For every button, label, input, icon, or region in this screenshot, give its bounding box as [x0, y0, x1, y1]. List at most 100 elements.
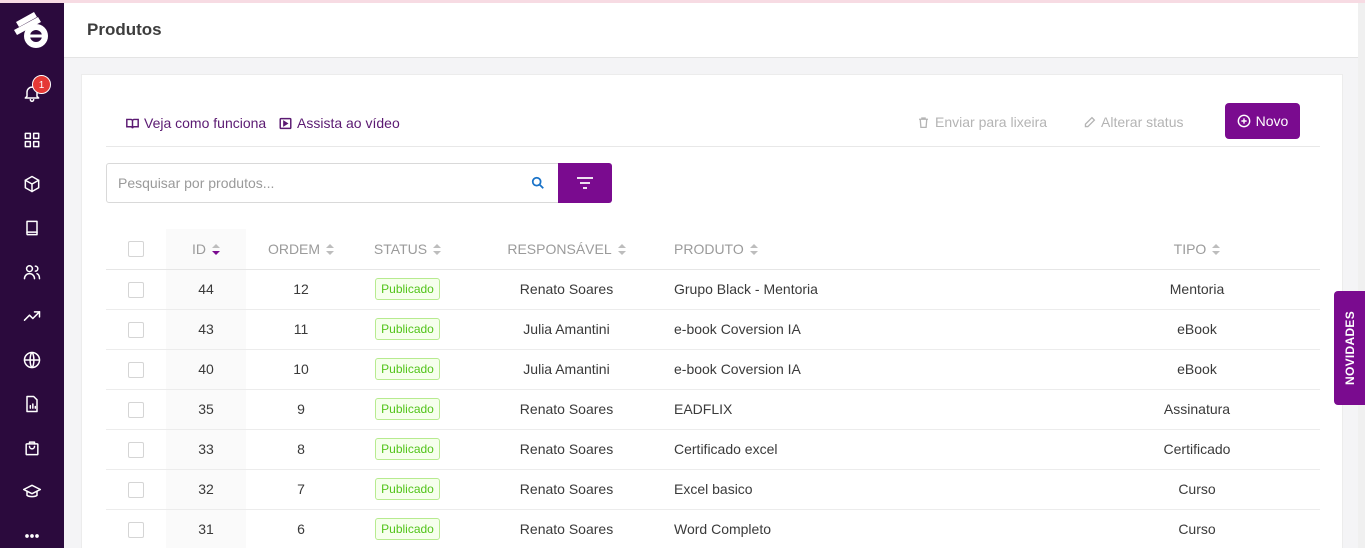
cell-order: 7	[246, 469, 356, 510]
box-icon[interactable]	[20, 172, 44, 196]
row-select-cell	[106, 349, 166, 390]
cell-status: Publicado	[356, 269, 459, 310]
column-header-responsible-label: RESPONSÁVEL	[507, 240, 612, 257]
column-header-product[interactable]: PRODUTO	[674, 229, 1074, 270]
table-row[interactable]: 32 7 Publicado Renato Soares Excel basic…	[106, 469, 1320, 510]
cell-order: 11	[246, 309, 356, 350]
row-checkbox[interactable]	[128, 481, 144, 498]
watch-video-label: Assista ao vídeo	[297, 115, 400, 131]
status-badge: Publicado	[375, 398, 440, 420]
cell-id: 43	[166, 309, 246, 350]
row-checkbox[interactable]	[128, 521, 144, 538]
table-row[interactable]: 44 12 Publicado Renato Soares Grupo Blac…	[106, 269, 1320, 310]
table-row[interactable]: 43 11 Publicado Julia Amantini e-book Co…	[106, 309, 1320, 350]
sort-icon[interactable]	[212, 244, 220, 256]
status-badge: Publicado	[375, 278, 440, 300]
cell-responsible: Renato Soares	[459, 269, 674, 310]
watch-video-link[interactable]: Assista ao vídeo	[279, 115, 400, 131]
column-header-order[interactable]: ORDEM	[246, 229, 356, 270]
change-status-button[interactable]: Alterar status	[1083, 114, 1183, 130]
cell-product[interactable]: Word Completo	[674, 509, 1074, 548]
select-all-checkbox[interactable]	[128, 241, 144, 258]
app-logo[interactable]	[10, 8, 54, 52]
column-header-order-label: ORDEM	[267, 240, 321, 257]
new-product-label: Novo	[1255, 113, 1289, 129]
row-checkbox[interactable]	[128, 441, 144, 458]
users-icon[interactable]	[20, 260, 44, 284]
product-search	[106, 163, 559, 203]
cell-status: Publicado	[356, 349, 459, 390]
filter-icon	[577, 177, 593, 189]
table-row[interactable]: 40 10 Publicado Julia Amantini e-book Co…	[106, 349, 1320, 390]
book-icon[interactable]	[20, 216, 44, 240]
row-select-cell	[106, 269, 166, 310]
cell-id: 35	[166, 389, 246, 430]
send-to-trash-label: Enviar para lixeira	[935, 114, 1048, 130]
row-select-cell	[106, 389, 166, 430]
products-toolbar: Veja como funciona Assista ao vídeo Envi…	[106, 103, 1320, 147]
novidades-label: NOVIDADES	[1342, 310, 1357, 386]
row-checkbox[interactable]	[128, 281, 144, 298]
cell-responsible: Renato Soares	[459, 469, 674, 510]
more-icon[interactable]	[20, 524, 44, 548]
sort-icon[interactable]	[617, 244, 626, 256]
row-checkbox[interactable]	[128, 361, 144, 378]
cell-product[interactable]: Certificado excel	[674, 429, 1074, 470]
table-row[interactable]: 35 9 Publicado Renato Soares EADFLIX Ass…	[106, 389, 1320, 430]
table-row[interactable]: 33 8 Publicado Renato Soares Certificado…	[106, 429, 1320, 470]
cell-product[interactable]: e-book Coversion IA	[674, 349, 1074, 390]
how-it-works-link[interactable]: Veja como funciona	[126, 115, 266, 131]
cell-responsible: Renato Soares	[459, 389, 674, 430]
cell-product[interactable]: Excel basico	[674, 469, 1074, 510]
column-header-type[interactable]: TIPO	[1074, 229, 1320, 270]
sort-icon[interactable]	[326, 244, 335, 256]
row-checkbox[interactable]	[128, 321, 144, 338]
search-icon[interactable]	[531, 176, 545, 190]
novidades-tab[interactable]: NOVIDADES	[1334, 291, 1365, 405]
pencil-icon	[1084, 116, 1096, 127]
filter-button[interactable]	[558, 163, 612, 203]
plus-circle-icon	[1237, 114, 1251, 128]
cell-id: 32	[166, 469, 246, 510]
page-scrollbar[interactable]	[1358, 0, 1365, 548]
column-header-id[interactable]: ID	[166, 229, 246, 270]
open-book-icon	[126, 118, 139, 129]
cell-status: Publicado	[356, 309, 459, 350]
cell-order: 10	[246, 349, 356, 390]
send-to-trash-button[interactable]: Enviar para lixeira	[917, 114, 1047, 130]
cell-product[interactable]: e-book Coversion IA	[674, 309, 1074, 350]
cell-product[interactable]: Grupo Black - Mentoria	[674, 269, 1074, 310]
notification-count-badge: 1	[32, 75, 51, 94]
cell-status: Publicado	[356, 389, 459, 430]
sort-icon[interactable]	[433, 244, 442, 256]
cell-status: Publicado	[356, 509, 459, 548]
cell-status: Publicado	[356, 429, 459, 470]
cell-responsible: Renato Soares	[459, 429, 674, 470]
report-icon[interactable]	[20, 392, 44, 416]
search-input[interactable]	[118, 164, 518, 202]
status-badge: Publicado	[375, 518, 440, 540]
trending-up-icon[interactable]	[20, 304, 44, 328]
cell-product[interactable]: EADFLIX	[674, 389, 1074, 430]
column-header-status[interactable]: STATUS	[356, 229, 459, 270]
column-header-status-label: STATUS	[373, 240, 428, 257]
graduation-cap-icon[interactable]	[20, 480, 44, 504]
row-checkbox[interactable]	[128, 401, 144, 418]
grid-icon[interactable]	[20, 128, 44, 152]
sort-icon[interactable]	[1212, 244, 1221, 256]
cell-responsible: Julia Amantini	[459, 349, 674, 390]
top-accent-line	[0, 0, 1365, 3]
new-product-button[interactable]: Novo	[1225, 103, 1300, 139]
status-badge: Publicado	[375, 478, 440, 500]
sidebar: 1	[0, 0, 64, 548]
products-card: Veja como funciona Assista ao vídeo Envi…	[81, 74, 1343, 548]
shopping-bag-icon[interactable]	[20, 436, 44, 460]
table-row[interactable]: 31 6 Publicado Renato Soares Word Comple…	[106, 509, 1320, 548]
cell-id: 33	[166, 429, 246, 470]
globe-icon[interactable]	[20, 348, 44, 372]
column-header-responsible[interactable]: RESPONSÁVEL	[459, 229, 674, 270]
row-select-cell	[106, 469, 166, 510]
sort-icon[interactable]	[749, 244, 758, 256]
cell-responsible: Renato Soares	[459, 509, 674, 548]
cell-order: 9	[246, 389, 356, 430]
